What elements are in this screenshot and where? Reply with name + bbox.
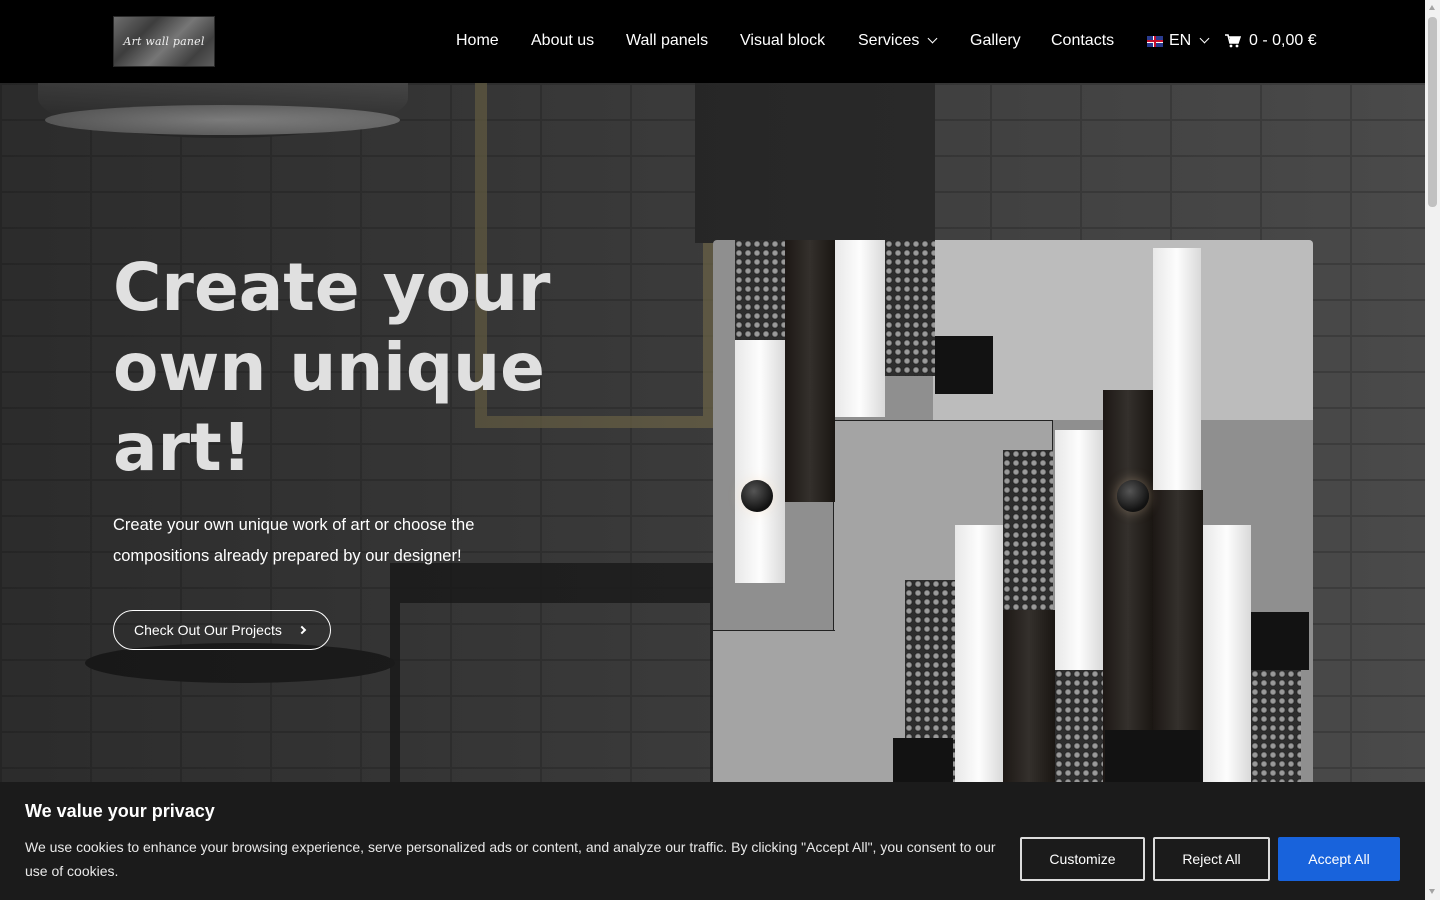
uk-flag-icon xyxy=(1147,35,1163,47)
language-label: EN xyxy=(1169,32,1192,49)
chevron-down-icon xyxy=(927,33,938,44)
nav-services[interactable]: Services xyxy=(858,31,938,51)
site-header: Art wall panel Home About us Wall panels… xyxy=(0,0,1425,83)
hero-subtitle: Create your own unique work of art or ch… xyxy=(113,516,475,565)
cart-link[interactable]: 0 - 0,00 € xyxy=(1225,31,1317,51)
hero-title: Create your own unique art! xyxy=(113,249,551,486)
hero-section: Create your own unique art! Create your … xyxy=(0,83,1425,900)
scroll-down-arrow-icon[interactable] xyxy=(1429,889,1435,894)
nav-visual-block[interactable]: Visual block xyxy=(740,31,825,51)
nav-gallery[interactable]: Gallery xyxy=(970,31,1021,51)
language-switcher[interactable]: EN xyxy=(1147,31,1210,51)
cta-label: Check Out Our Projects xyxy=(134,622,282,638)
nav-wall-panels[interactable]: Wall panels xyxy=(626,31,708,51)
check-projects-button[interactable]: Check Out Our Projects xyxy=(113,610,331,650)
chevron-right-icon xyxy=(297,625,307,635)
logo-text: Art wall panel xyxy=(123,35,205,48)
cart-total: 0 - 0,00 € xyxy=(1249,32,1317,49)
reject-all-button[interactable]: Reject All xyxy=(1153,837,1270,881)
nav-about[interactable]: About us xyxy=(531,31,594,51)
cart-icon xyxy=(1225,34,1241,48)
scroll-up-arrow-icon[interactable] xyxy=(1429,5,1435,10)
customize-button[interactable]: Customize xyxy=(1020,837,1145,881)
accept-all-button[interactable]: Accept All xyxy=(1278,837,1400,881)
nav-services-label: Services xyxy=(858,32,920,49)
cookie-text: We use cookies to enhance your browsing … xyxy=(25,839,996,879)
nav-home[interactable]: Home xyxy=(456,31,499,51)
scroll-thumb[interactable] xyxy=(1428,17,1437,207)
chevron-down-icon xyxy=(1199,33,1210,44)
site-logo[interactable]: Art wall panel xyxy=(113,16,215,67)
nav-contacts[interactable]: Contacts xyxy=(1051,31,1114,51)
cookie-banner: We value your privacy We use cookies to … xyxy=(0,782,1425,900)
cookie-title: We value your privacy xyxy=(25,801,215,821)
page-scrollbar[interactable] xyxy=(1425,0,1440,900)
